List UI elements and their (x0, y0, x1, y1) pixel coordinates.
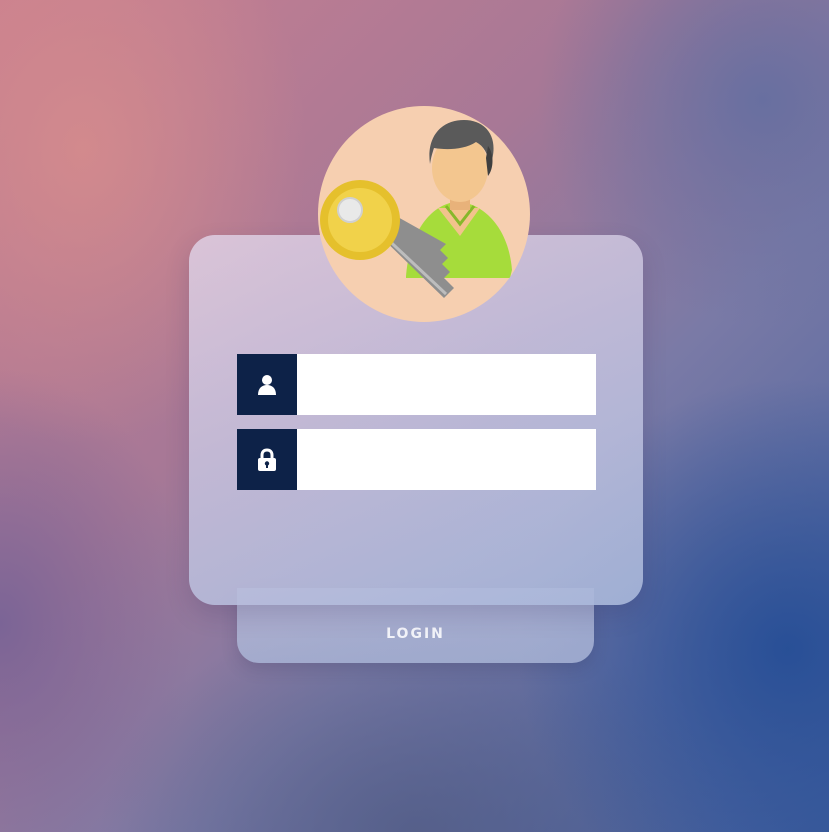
user-icon (237, 354, 297, 415)
user-key-icon (320, 120, 512, 298)
avatar (318, 106, 530, 322)
lock-icon (237, 429, 297, 490)
username-row (237, 354, 596, 415)
password-input[interactable] (297, 429, 596, 490)
login-label: LOGIN (386, 626, 445, 642)
username-input[interactable] (297, 354, 596, 415)
password-row (237, 429, 596, 490)
